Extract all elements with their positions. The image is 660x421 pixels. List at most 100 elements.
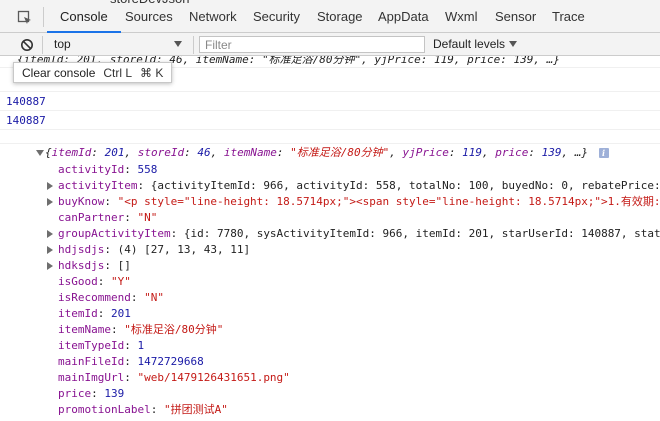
property-colon: : [97, 275, 111, 288]
property-key: hdksdjs [58, 259, 105, 272]
property-colon: : [130, 291, 145, 304]
cut-off-tab-text: storeDevJson [110, 0, 189, 6]
property-key: promotionLabel [58, 403, 151, 416]
property-colon: : [97, 307, 111, 320]
property-row: promotionLabel: "拼团测试A" [0, 402, 660, 418]
tooltip-shortcut: ⌘ K [140, 66, 164, 80]
property-row: itemId: 201 [0, 306, 660, 322]
property-value: [] [117, 259, 131, 272]
tab-sensor[interactable]: Sensor [495, 0, 536, 33]
context-selector[interactable]: top [54, 33, 186, 56]
property-value: {id: 7780, sysActivityItemId: 966, itemI… [183, 227, 660, 240]
property-colon: : [124, 211, 138, 224]
property-value: 201 [111, 307, 131, 320]
property-key: isGood [58, 275, 98, 288]
property-key: canPartner [58, 211, 125, 224]
toolbar-divider [42, 36, 43, 54]
inspect-element-icon[interactable] [17, 10, 33, 26]
context-value: top [54, 37, 71, 51]
property-row[interactable]: buyKnow: "<p style="line-height: 18.5714… [0, 194, 660, 210]
console-toolbar: top Default levels [0, 33, 660, 56]
clear-console-icon[interactable] [20, 38, 34, 52]
tab-bar-divider [43, 7, 44, 27]
property-row: mainImgUrl: "web/1479126431651.png" [0, 370, 660, 386]
property-value: 558 [137, 163, 158, 176]
tab-storage[interactable]: Storage [317, 0, 363, 33]
property-row: mainFileId: 1472729668 [0, 354, 660, 370]
expand-triangle-icon[interactable] [47, 246, 53, 254]
property-row: price: 139 [0, 386, 660, 402]
property-key: price [58, 387, 92, 400]
tab-network[interactable]: Network [189, 0, 237, 33]
tab-wxml[interactable]: Wxml [445, 0, 478, 33]
property-colon: : [150, 403, 164, 416]
property-colon: : [124, 371, 138, 384]
property-value: 1472729668 [137, 355, 204, 368]
property-value: "web/1479126431651.png" [137, 371, 290, 384]
property-row: isRecommend: "N" [0, 290, 660, 306]
property-colon: : [104, 243, 118, 256]
toolbar-divider [193, 36, 194, 54]
property-value: {activityItemId: 966, activityId: 558, t… [150, 179, 660, 192]
expand-triangle-icon[interactable] [47, 230, 53, 238]
property-value: "Y" [111, 275, 131, 288]
property-row[interactable]: hdksdjs: [] [0, 258, 660, 274]
property-key: mainImgUrl [58, 371, 125, 384]
log-levels-label: Default levels [433, 37, 506, 51]
property-value: "N" [137, 211, 158, 224]
property-value: "标准足浴/80分钟" [124, 323, 224, 336]
expand-triangle-icon[interactable] [47, 262, 53, 270]
devtools-tab-bar: Console Sources Network Security Storage… [0, 0, 660, 33]
tab-appdata[interactable]: AppData [378, 0, 429, 33]
property-row: canPartner: "N" [0, 210, 660, 226]
property-key: buyKnow [58, 195, 105, 208]
property-colon: : [104, 259, 118, 272]
object-summary[interactable]: {itemId: 201, storeId: 46, itemName: "标准… [0, 145, 660, 161]
property-row: activityId: 558 [0, 162, 660, 178]
property-value: "拼团测试A" [163, 403, 228, 416]
tab-trace[interactable]: Trace [552, 0, 585, 33]
property-colon: : [124, 355, 138, 368]
log-levels-dropdown[interactable]: Default levels [433, 33, 518, 56]
property-key: isRecommend [58, 291, 131, 304]
chevron-down-icon [509, 41, 518, 47]
property-colon: : [110, 323, 125, 336]
property-colon: : [91, 387, 105, 400]
property-value: 139 [104, 387, 125, 400]
property-row: isGood: "Y" [0, 274, 660, 290]
property-value: 1 [137, 339, 145, 352]
property-row: itemTypeId: 1 [0, 338, 660, 354]
expand-triangle-icon[interactable] [47, 198, 53, 206]
property-key: mainFileId [58, 355, 125, 368]
property-colon: : [104, 195, 118, 208]
property-key: itemId [58, 307, 98, 320]
property-value: "<p style="line-height: 18.5714px;"><spa… [117, 195, 660, 208]
property-key: itemName [58, 323, 111, 336]
console-row-spacer [0, 130, 660, 144]
console-output: {itemId: 201, storeId: 46, itemName: "标准… [0, 56, 660, 421]
property-colon: : [124, 339, 138, 352]
property-key: activityId [58, 163, 125, 176]
property-colon: : [124, 163, 138, 176]
context-dropdown-icon [174, 41, 182, 47]
expand-triangle-icon[interactable] [36, 150, 44, 156]
info-icon[interactable]: i [598, 148, 609, 158]
property-key: groupActivityItem [58, 227, 171, 240]
property-row[interactable]: groupActivityItem: {id: 7780, sysActivit… [0, 226, 660, 242]
console-log-value: 140887 [0, 92, 660, 111]
property-colon: : [170, 227, 184, 240]
tooltip-shortcut: Ctrl L [103, 66, 133, 80]
property-row[interactable]: activityItem: {activityItemId: 966, acti… [0, 178, 660, 194]
property-key: activityItem [58, 179, 138, 192]
property-row: itemName: "标准足浴/80分钟" [0, 322, 660, 338]
property-key: hdjsdjs [58, 243, 105, 256]
property-key: itemTypeId [58, 339, 125, 352]
clear-console-tooltip: Clear console Ctrl L ⌘ K [13, 62, 173, 83]
tab-security[interactable]: Security [253, 0, 300, 33]
property-value: (4) [27, 13, 43, 11] [117, 243, 251, 256]
filter-input[interactable] [199, 36, 425, 53]
property-row[interactable]: hdjsdjs: (4) [27, 13, 43, 11] [0, 242, 660, 258]
console-log-value: 140887 [0, 111, 660, 130]
property-value: "N" [144, 291, 164, 304]
expand-triangle-icon[interactable] [47, 182, 53, 190]
